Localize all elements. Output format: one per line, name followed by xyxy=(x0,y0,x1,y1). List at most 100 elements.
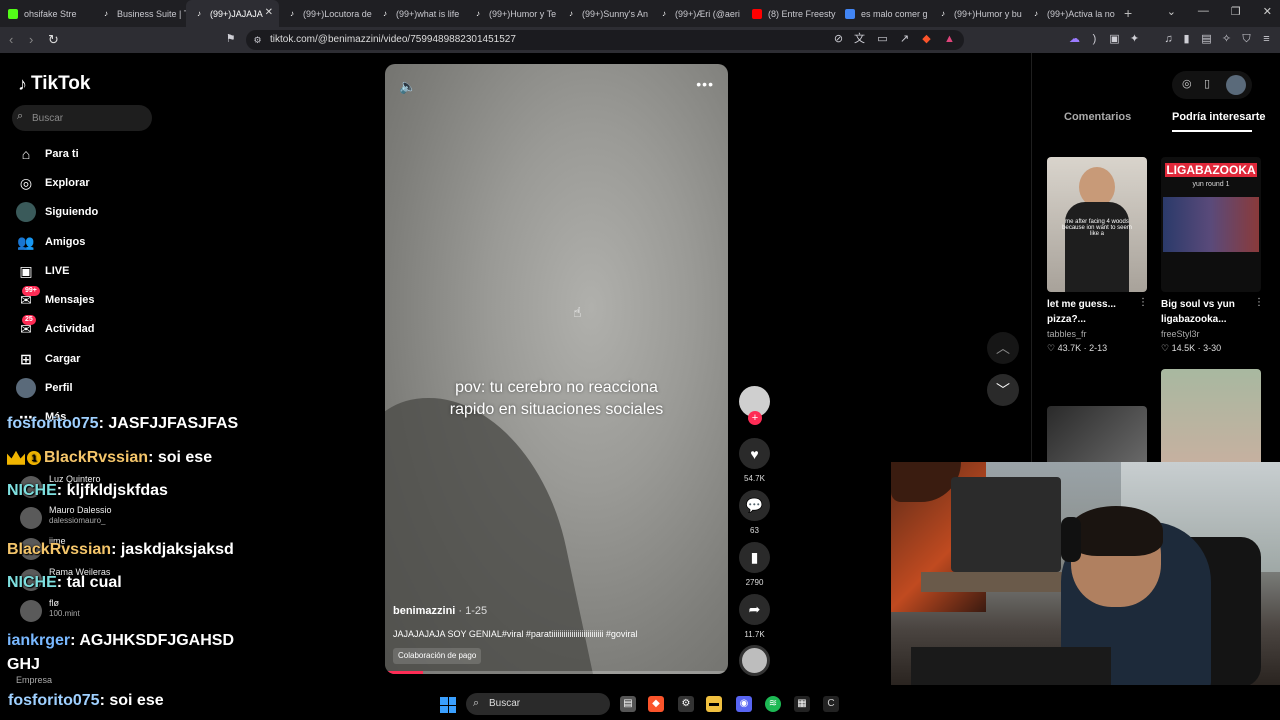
user-avatar[interactable] xyxy=(1226,75,1246,95)
browser-tab[interactable]: ♪ (99+)Humor y bu xyxy=(930,0,1023,27)
browser-tab[interactable]: ♪ (99+)Humor y Te xyxy=(465,0,558,27)
wallet2-icon[interactable]: ▤ xyxy=(1200,33,1213,46)
back-icon[interactable]: ‹ xyxy=(9,32,13,47)
extensions-icon[interactable]: ✦ xyxy=(1128,33,1141,46)
suggested-thumb-4[interactable] xyxy=(1161,369,1261,469)
volume-icon[interactable]: 🔈 xyxy=(399,78,416,95)
suggested-title-2[interactable]: Big soul vs yun ligabazooka... xyxy=(1161,297,1251,327)
next-video-button[interactable]: ﹀ xyxy=(987,374,1019,406)
share-action[interactable]: ➦ 11.7K xyxy=(739,594,770,639)
ai-star-icon[interactable]: ✧ xyxy=(1220,33,1233,46)
browser-tab[interactable]: ohsifake Stre xyxy=(0,0,93,27)
browser-tab[interactable]: ♪ Business Suite | T xyxy=(93,0,186,27)
comment-icon[interactable]: 💬 xyxy=(739,490,770,521)
forward-icon[interactable]: › xyxy=(29,32,33,47)
browser-tab[interactable]: (8) Entre Freesty xyxy=(744,0,837,27)
suggested-more-icon-2[interactable]: ⋮ xyxy=(1254,297,1264,308)
browser-tab[interactable]: ♪ (99+)Sunny's An xyxy=(558,0,651,27)
chat-message: GHJ xyxy=(7,656,40,674)
restore-icon[interactable]: ❐ xyxy=(1231,5,1241,18)
url-field[interactable]: ⚙ tiktok.com/@benimazzini/video/75994898… xyxy=(246,30,964,50)
author-name[interactable]: benimazzini xyxy=(393,605,455,617)
minimize-icon[interactable]: — xyxy=(1198,5,1209,18)
heart-icon[interactable]: ♥ xyxy=(739,438,770,469)
vpn-shield-icon[interactable]: ⛉ xyxy=(1240,33,1253,46)
settings-app-icon[interactable]: ⚙ xyxy=(678,696,694,712)
coins-icon[interactable]: ◎ xyxy=(1182,77,1192,90)
like-action[interactable]: ♥ 54.7K xyxy=(739,438,770,483)
discord-icon[interactable]: ◉ xyxy=(736,696,752,712)
device-icon[interactable]: ▯ xyxy=(1204,77,1210,90)
nav-item-siguiendo[interactable]: Siguiendo xyxy=(16,201,98,223)
nav-item-cargar[interactable]: ⊞ Cargar xyxy=(16,348,80,370)
browser-tab[interactable]: ♪ (99+)Æri (@aeri xyxy=(651,0,744,27)
brave-rewards-icon[interactable]: ▲ xyxy=(943,33,956,46)
file-explorer-icon[interactable]: ▬ xyxy=(706,696,722,712)
windows-start-icon[interactable] xyxy=(440,697,456,713)
site-info-icon[interactable]: ⚙ xyxy=(251,34,264,47)
browser-tab[interactable]: ♪ (99+)what is life xyxy=(372,0,465,27)
suggested-author-1[interactable]: tabbles_fr xyxy=(1047,329,1087,339)
task-view-icon[interactable]: ▤ xyxy=(620,696,636,712)
screenshot-icon[interactable]: ▣ xyxy=(1108,33,1121,46)
music-disc-icon[interactable] xyxy=(739,645,770,676)
search-box[interactable]: ⌕ xyxy=(12,105,152,131)
suggested-thumb-1[interactable]: me after facing 4 woods because ion want… xyxy=(1047,157,1147,292)
share-arrow-icon[interactable]: ➦ xyxy=(739,594,770,625)
url-text[interactable]: tiktok.com/@benimazzini/video/7599489882… xyxy=(270,34,516,45)
nav-item-mensajes[interactable]: ✉ 99+ Mensajes xyxy=(16,286,95,311)
suggested-author-2[interactable]: freeStyl3r xyxy=(1161,329,1200,339)
browser-tab[interactable]: ♪ (99+)Activa la no xyxy=(1023,0,1116,27)
ccleaner-icon[interactable]: C xyxy=(823,696,839,712)
tiktok-icon: ♪ xyxy=(476,8,480,18)
reload-icon[interactable]: ↻ xyxy=(48,32,59,48)
menu-icon[interactable]: ≡ xyxy=(1260,33,1273,46)
browser-tab[interactable]: es malo comer g xyxy=(837,0,930,27)
tab-list-icon[interactable]: ⌄ xyxy=(1167,5,1176,18)
translate-icon[interactable]: 文 xyxy=(853,33,866,46)
video-player[interactable]: 🔈 ••• pov: tu cerebro no reacciona rapid… xyxy=(385,64,728,674)
nav-item-perfil[interactable]: Perfil xyxy=(16,377,73,399)
wallet-icon[interactable]: ) xyxy=(1088,33,1101,46)
new-tab-button[interactable]: + xyxy=(1124,5,1132,21)
bookmark-save-icon[interactable]: ▮ xyxy=(739,542,770,573)
save-action[interactable]: ▮ 2790 xyxy=(739,542,770,587)
browser-tab[interactable]: ♪ (99+)Locutora de xyxy=(279,0,372,27)
close-window-icon[interactable]: ✕ xyxy=(1263,5,1272,18)
taskbar-search[interactable]: ⌕ Buscar xyxy=(466,693,610,715)
browser-tab[interactable]: ♪ (99+)JAJAJA ✕ xyxy=(186,0,279,27)
nav-item-live[interactable]: ▣ LIVE xyxy=(16,260,69,282)
chat-user: iankrger xyxy=(7,632,71,649)
bookmark-icon[interactable]: ⚑ xyxy=(224,33,237,46)
video-progress-bar[interactable] xyxy=(385,671,728,674)
tiktok-logo[interactable]: ♪ TikTok xyxy=(18,73,90,95)
tab-suggested[interactable]: Podría interesarte xyxy=(1172,111,1266,123)
comment-action[interactable]: 💬 63 xyxy=(739,490,770,535)
brave-shield-icon[interactable]: ◆ xyxy=(920,33,933,46)
nav-item-para-ti[interactable]: ⌂ Para ti xyxy=(16,143,79,165)
music-icon[interactable]: ♫ xyxy=(1162,33,1175,46)
nav-item-actividad[interactable]: ✉ 25 Actividad xyxy=(16,315,95,340)
nav-item-amigos[interactable]: 👥 Amigos xyxy=(16,231,85,253)
suggested-title-1[interactable]: let me guess... pizza?... xyxy=(1047,297,1137,327)
suggested-thumb-2[interactable]: LIGABAZOOKA yun round 1 xyxy=(1161,157,1261,292)
sidebar-toggle-icon[interactable]: ▮ xyxy=(1180,33,1193,46)
suggested-more-icon-1[interactable]: ⋮ xyxy=(1138,297,1148,308)
video-author[interactable]: benimazzini · 1-25 xyxy=(393,605,487,617)
brave-browser-icon[interactable]: ◆ xyxy=(648,696,664,712)
leo-ai-icon[interactable]: ☁ xyxy=(1068,33,1081,46)
tab-comments[interactable]: Comentarios xyxy=(1064,111,1131,123)
share-icon[interactable]: ↗ xyxy=(898,33,911,46)
cast-icon[interactable]: ▭ xyxy=(876,33,889,46)
suggested-thumb-3[interactable] xyxy=(1047,406,1147,466)
prev-video-button[interactable]: ︿ xyxy=(987,332,1019,364)
close-tab-icon[interactable]: ✕ xyxy=(265,7,273,18)
video-more-icon[interactable]: ••• xyxy=(696,76,714,92)
nav-item-explorar[interactable]: ◎ Explorar xyxy=(16,172,90,194)
footer-empresa[interactable]: Empresa xyxy=(16,675,52,685)
media-off-icon[interactable]: ⊘ xyxy=(832,33,845,46)
capcut-icon[interactable]: ▦ xyxy=(794,696,810,712)
search-input[interactable] xyxy=(32,109,142,127)
follow-plus-icon[interactable]: + xyxy=(748,411,762,425)
spotify-icon[interactable]: ≋ xyxy=(765,696,781,712)
